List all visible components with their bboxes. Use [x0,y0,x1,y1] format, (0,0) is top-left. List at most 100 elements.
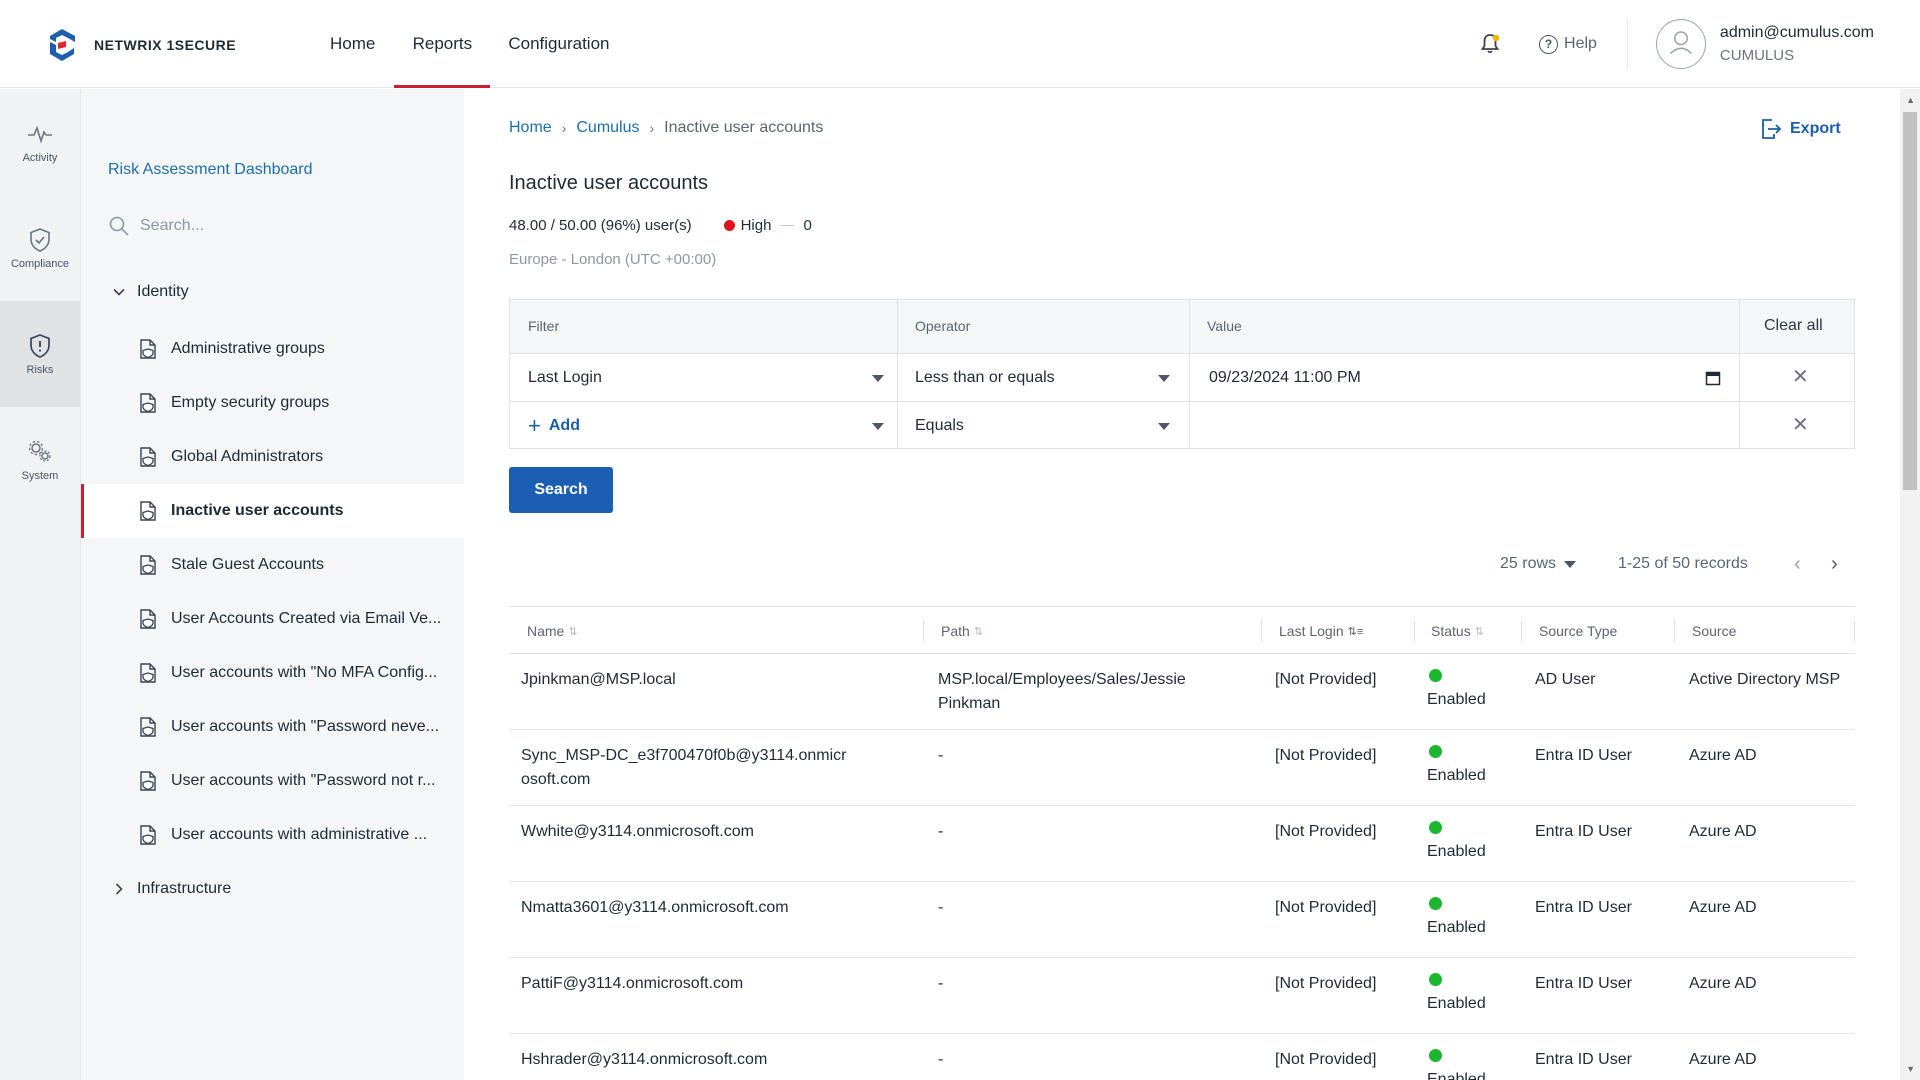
report-document-icon [140,555,156,575]
next-page-icon[interactable]: › [1831,553,1838,576]
caret-down-icon [872,375,884,382]
tree-group-identity[interactable]: Identity [111,283,189,301]
operator-header-label: Operator [915,318,971,334]
help-link[interactable]: ? Help [1539,34,1597,54]
filter-field-select[interactable]: Last Login [528,354,888,402]
sidebar-report-item[interactable]: Empty security groups [81,376,464,430]
report-document-icon [140,447,156,467]
status-label: Enabled [1427,1071,1486,1080]
main-content: Home › Cumulus › Inactive user accounts … [464,89,1900,1080]
scroll-down-icon[interactable]: ▼ [1906,1064,1915,1074]
column-source-type[interactable]: Source Type [1539,607,1617,655]
rail-activity-label: Activity [22,152,58,164]
cell-name: PattiF@y3114.onmicrosoft.com [521,975,744,992]
tree-group-infrastructure-label: Infrastructure [137,880,232,897]
column-status-label: Status [1431,623,1471,639]
tree-group-identity-label: Identity [137,283,189,300]
operator-select[interactable]: Less than or equals [915,354,1185,402]
sidebar-report-label: User accounts with administrative ... [171,826,428,843]
user-avatar-icon[interactable] [1655,19,1706,69]
export-button[interactable]: Export [1758,117,1841,141]
sidebar-report-item[interactable]: User accounts with "Password not r... [81,754,464,808]
sidebar-report-item[interactable]: User accounts with "No MFA Config... [81,646,464,700]
status-label: Enabled [1427,919,1486,936]
rows-per-page-select[interactable]: 25 rows [1500,555,1577,573]
table-row[interactable]: Jpinkman@MSP.local MSP.local/Employees/Sa… [509,654,1855,730]
search-button[interactable]: Search [509,467,613,513]
scrollbar-thumb[interactable] [1903,112,1917,490]
sidebar-report-item[interactable]: User Accounts Created via Email Ve... [81,592,464,646]
operator-select[interactable]: Equals [915,402,1185,450]
value-input[interactable] [1209,402,1729,450]
sort-icon: ⇅ [1474,625,1484,638]
table-row[interactable]: Nmatta3601@y3114.onmicrosoft.com - [Not Pr… [509,882,1855,958]
rail-activity[interactable]: Activity [0,89,80,195]
sidebar-report-item[interactable]: User accounts with "Password neve... [81,700,464,754]
sidebar-report-item[interactable]: Administrative groups [81,322,464,376]
caret-down-icon [1158,423,1170,430]
rail-system[interactable]: System [0,407,80,513]
add-filter-button[interactable]: + Add [528,402,888,450]
cell-name: Wwhite@y3114.onmicrosoft.com [521,823,754,840]
rail-compliance[interactable]: Compliance [0,195,80,301]
cell-path: - [938,1051,944,1068]
table-row[interactable]: Sync_MSP-DC_e3f700470f0b@y3114.onmicroso… [509,730,1855,806]
column-source[interactable]: Source [1692,607,1736,655]
scroll-up-icon[interactable]: ▲ [1906,95,1915,105]
cell-source: Azure AD [1689,823,1757,840]
filter-header-label: Filter [528,318,560,334]
chevron-right-icon [115,883,123,895]
table-row[interactable]: Hshrader@y3114.onmicrosoft.com - [Not Prov… [509,1034,1855,1080]
filter-row: Last Login Less than or equals 09/23/202… [510,354,1854,402]
user-menu[interactable]: admin@cumulus.com CUMULUS [1720,21,1874,67]
nav-configuration[interactable]: Configuration [490,0,627,88]
column-status[interactable]: Status ⇅ [1431,607,1484,655]
nav-reports[interactable]: Reports [394,0,491,88]
breadcrumb-home[interactable]: Home [509,119,552,137]
cell-status: Enabled [1427,892,1517,940]
sidebar-report-label: Stale Guest Accounts [171,556,324,573]
chevron-right-icon: › [561,120,567,136]
column-divider [1414,620,1415,642]
notification-bell-icon[interactable] [1477,31,1503,57]
brand-logo[interactable]: NETWRIX 1SECURE [44,27,236,63]
status-enabled-icon [1429,745,1442,758]
breadcrumb-org[interactable]: Cumulus [576,119,639,137]
cell-source: Azure AD [1689,975,1757,992]
sidebar-report-item[interactable]: Global Administrators [81,430,464,484]
report-document-icon [140,717,156,737]
prev-page-icon[interactable]: ‹ [1794,553,1801,576]
column-last-login[interactable]: Last Login ⇅≡ [1279,607,1363,655]
shield-alert-icon [30,334,50,358]
column-source-label: Source [1692,623,1737,639]
table-row[interactable]: PattiF@y3114.onmicrosoft.com - [Not Provid… [509,958,1855,1034]
column-name[interactable]: Name ⇅ [527,607,578,655]
sidebar-report-item[interactable]: Stale Guest Accounts [81,538,464,592]
sidebar-report-item[interactable]: User accounts with administrative ... [81,808,464,862]
nav-home[interactable]: Home [312,0,394,88]
filter-panel: Filter Operator Value Clear all Last Log… [509,299,1855,449]
tree-group-infrastructure[interactable]: Infrastructure [111,880,231,898]
sidebar-report-label: User accounts with "No MFA Config... [171,664,438,681]
rail-risks-label: Risks [26,364,54,376]
page-title: Inactive user accounts [509,172,708,194]
remove-filter-icon[interactable]: ✕ [1792,412,1809,437]
clear-all-button[interactable]: Clear all [1764,317,1823,335]
report-sidebar: Risk Assessment Dashboard Search... Iden… [81,89,464,1080]
results-table: Name ⇅ Path ⇅ Last Login ⇅≡ Status ⇅ Source … [509,606,1855,1080]
help-label: Help [1564,35,1597,52]
cell-status: Enabled [1427,740,1517,788]
search-icon [109,216,129,236]
rail-compliance-label: Compliance [10,258,70,270]
rail-risks[interactable]: Risks [0,301,80,407]
remove-filter-icon[interactable]: ✕ [1792,364,1809,389]
sidebar-search[interactable]: Search... [108,215,204,237]
calendar-icon[interactable] [1705,370,1721,386]
sidebar-report-item[interactable]: Inactive user accounts [81,484,464,538]
export-icon [1762,119,1782,139]
table-row[interactable]: Wwhite@y3114.onmicrosoft.com - [Not Provid… [509,806,1855,882]
column-path[interactable]: Path ⇅ [941,607,983,655]
cell-path: MSP.local/Employees/Sales/Jessie Pinkman [938,671,1186,712]
date-value-input[interactable]: 09/23/2024 11:00 PM [1209,354,1729,402]
risk-dashboard-link[interactable]: Risk Assessment Dashboard [108,161,313,179]
